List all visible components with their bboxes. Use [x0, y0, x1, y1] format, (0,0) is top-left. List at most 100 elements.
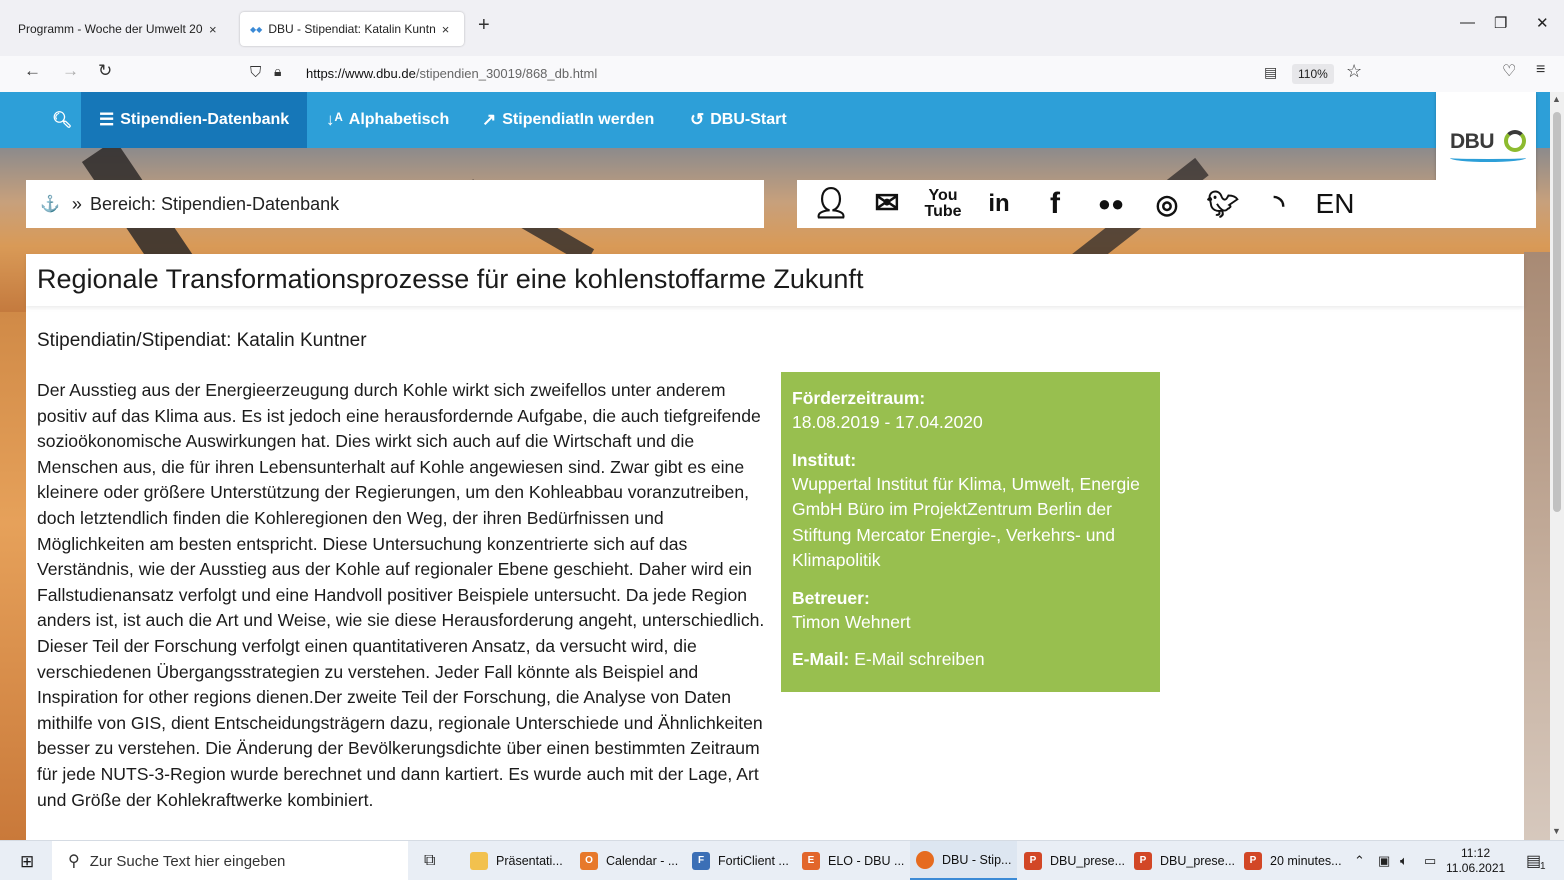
- taskbar-app-outlook[interactable]: O Calendar - ...: [580, 841, 678, 880]
- taskbar-app-label: DBU - Stip...: [942, 852, 1012, 867]
- chevron-up-icon[interactable]: ⌃: [1354, 853, 1365, 869]
- instagram-icon[interactable]: ◎: [1147, 191, 1187, 217]
- forward-icon[interactable]: →: [62, 61, 79, 81]
- nav-dbu-start[interactable]: ↺ DBU-Start: [690, 92, 787, 148]
- close-tab-icon[interactable]: ×: [442, 22, 450, 37]
- elo-icon: E: [802, 852, 820, 870]
- powerpoint-icon: P: [1244, 852, 1262, 870]
- browser-tab-strip: Programm - Woche der Umwelt 202 × ◆◆ DBU…: [0, 0, 1564, 56]
- project-description: Der Ausstieg aus der Energieerzeugung du…: [37, 380, 765, 810]
- taskbar-app-label: Calendar - ...: [606, 854, 679, 868]
- network-icon[interactable]: ▣: [1378, 853, 1390, 869]
- dbu-favicon-icon: ◆◆: [250, 24, 263, 34]
- forticlient-icon: F: [692, 852, 710, 870]
- tab-dbu-stipendiat[interactable]: ◆◆ DBU - Stipendiat: Katalin Kuntn ×: [240, 12, 464, 46]
- project-info-box: Förderzeitraum: 18.08.2019 - 17.04.2020 …: [781, 372, 1160, 692]
- tab-title: Programm - Woche der Umwelt 202: [18, 22, 203, 36]
- taskbar-app-elo[interactable]: E ELO - DBU ...: [802, 841, 904, 880]
- folder-icon: [470, 852, 488, 870]
- taskbar-search-box[interactable]: ⚲ Zur Suche Text hier eingeben: [52, 841, 408, 880]
- facebook-icon[interactable]: f: [1035, 189, 1075, 219]
- notification-icon[interactable]: ▤: [1526, 851, 1541, 871]
- twitter-icon[interactable]: 🐦︎: [1203, 191, 1243, 217]
- external-link-icon: ↗: [482, 110, 497, 129]
- logo-text: DBU: [1450, 130, 1495, 153]
- tab-programm[interactable]: Programm - Woche der Umwelt 202 ×: [8, 12, 236, 46]
- site-search-icon[interactable]: 🔍︎: [52, 92, 72, 148]
- flickr-icon[interactable]: ●●: [1091, 193, 1131, 215]
- taskbar-app-powerpoint-2[interactable]: P DBU_prese...: [1134, 841, 1235, 880]
- breadcrumb: ⚓ » Bereich: Stipendien-Datenbank: [26, 180, 764, 228]
- mail-icon[interactable]: ✉: [867, 189, 907, 219]
- volume-icon[interactable]: 🔈︎: [1400, 853, 1408, 869]
- browser-toolbar: ← → ↻ ⛉ 🔒︎ https://www.dbu.de/stipendien…: [0, 56, 1564, 92]
- user-icon[interactable]: 👤︎: [811, 189, 851, 219]
- bookmark-star-icon[interactable]: ☆: [1346, 61, 1362, 82]
- tracking-shield-icon[interactable]: ⛉: [250, 64, 261, 81]
- close-tab-icon[interactable]: ×: [209, 22, 217, 37]
- nav-label: Stipendien-Datenbank: [120, 111, 290, 128]
- database-icon: ☰: [99, 110, 115, 129]
- scroll-up-icon[interactable]: ▲: [1552, 94, 1561, 104]
- back-icon[interactable]: ←: [24, 61, 41, 81]
- taskbar-app-label: ELO - DBU ...: [828, 854, 905, 868]
- scrollbar-thumb[interactable]: [1553, 112, 1561, 512]
- lock-icon[interactable]: 🔒︎: [274, 63, 281, 80]
- windows-taskbar: ⊞ ⚲ Zur Suche Text hier eingeben ⧉ Präse…: [0, 840, 1564, 880]
- page-scrollbar[interactable]: ▲ ▼: [1550, 92, 1564, 840]
- nav-alphabetisch[interactable]: ↓ᴬ Alphabetisch: [326, 92, 449, 148]
- powerpoint-icon: P: [1134, 852, 1152, 870]
- nav-stipendiatin-werden[interactable]: ↗ StipendiatIn werden: [482, 92, 654, 148]
- rss-icon[interactable]: ◝: [1259, 191, 1299, 217]
- taskbar-app-powerpoint-1[interactable]: P DBU_prese...: [1024, 841, 1125, 880]
- taskbar-app-powerpoint-3[interactable]: P 20 minutes...: [1244, 841, 1342, 880]
- breadcrumb-text: Bereich: Stipendien-Datenbank: [89, 193, 340, 214]
- dbu-logo[interactable]: DBU: [1436, 92, 1536, 190]
- close-window-button[interactable]: ✕: [1536, 14, 1549, 32]
- title-box: Regionale Transformationsprozesse für ei…: [26, 254, 1524, 306]
- new-tab-button[interactable]: +: [478, 14, 490, 37]
- linkedin-icon[interactable]: in: [979, 192, 1019, 216]
- nav-label: DBU-Start: [710, 111, 787, 128]
- scroll-down-icon[interactable]: ▼: [1552, 826, 1561, 836]
- taskbar-app-label: 20 minutes...: [1270, 854, 1342, 868]
- institute-value: Wuppertal Institut für Klima, Umwelt, En…: [792, 473, 1140, 571]
- period-value: 18.08.2019 - 17.04.2020: [792, 412, 983, 432]
- email-link[interactable]: E-Mail schreiben: [854, 649, 984, 669]
- url-path: /stipendien_30019/868_db.html: [415, 66, 598, 81]
- taskbar-app-forticlient[interactable]: F FortiClient ...: [692, 841, 789, 880]
- nav-stipendien-datenbank[interactable]: ☰ Stipendien-Datenbank: [81, 92, 308, 148]
- stipendiat-name: Stipendiatin/Stipendiat: Katalin Kuntner: [37, 330, 367, 351]
- tab-title: DBU - Stipendiat: Katalin Kuntn: [268, 22, 436, 36]
- url-text[interactable]: https://www.dbu.de/stipendien_30019/868_…: [306, 66, 597, 81]
- main-content: Regionale Transformationsprozesse für ei…: [26, 254, 1524, 840]
- restore-button[interactable]: ❐: [1494, 14, 1507, 32]
- taskbar-search-placeholder: Zur Suche Text hier eingeben: [89, 852, 286, 870]
- nav-label: StipendiatIn werden: [502, 111, 655, 128]
- notification-count: 1: [1540, 861, 1546, 872]
- clock-time: 11:12: [1461, 846, 1491, 860]
- address-bar[interactable]: ⛉ 🔒︎ https://www.dbu.de/stipendien_30019…: [238, 59, 1378, 89]
- taskbar-app-firefox[interactable]: DBU - Stip...: [910, 841, 1018, 880]
- home-icon[interactable]: ⚓: [40, 194, 60, 214]
- youtube-icon[interactable]: You Tube: [923, 188, 963, 220]
- page-title: Regionale Transformationsprozesse für ei…: [37, 264, 864, 294]
- minimize-button[interactable]: —: [1460, 14, 1475, 31]
- supervisor-value: Timon Wehnert: [792, 611, 911, 632]
- task-view-icon[interactable]: ⧉: [424, 852, 435, 870]
- background-image-right: [1524, 252, 1550, 840]
- period-label: Förderzeitraum:: [792, 388, 926, 408]
- search-icon: ⚲: [68, 853, 80, 870]
- taskbar-app-label: DBU_prese...: [1160, 854, 1236, 868]
- taskbar-clock[interactable]: 11:12 11.06.2021: [1446, 846, 1505, 876]
- zoom-level-button[interactable]: 110%: [1292, 64, 1334, 84]
- taskbar-app-label: FortiClient ...: [718, 854, 789, 868]
- pocket-icon[interactable]: ♡: [1502, 61, 1516, 81]
- language-switch-en[interactable]: EN: [1315, 190, 1355, 218]
- reload-icon[interactable]: ↻: [98, 61, 112, 81]
- windows-start-icon[interactable]: ⊞: [20, 852, 34, 872]
- reader-view-icon[interactable]: ▤: [1264, 64, 1277, 81]
- taskbar-app-explorer[interactable]: Präsentati...: [470, 841, 563, 880]
- battery-icon[interactable]: ▭: [1424, 853, 1436, 869]
- menu-icon[interactable]: ≡: [1536, 61, 1545, 79]
